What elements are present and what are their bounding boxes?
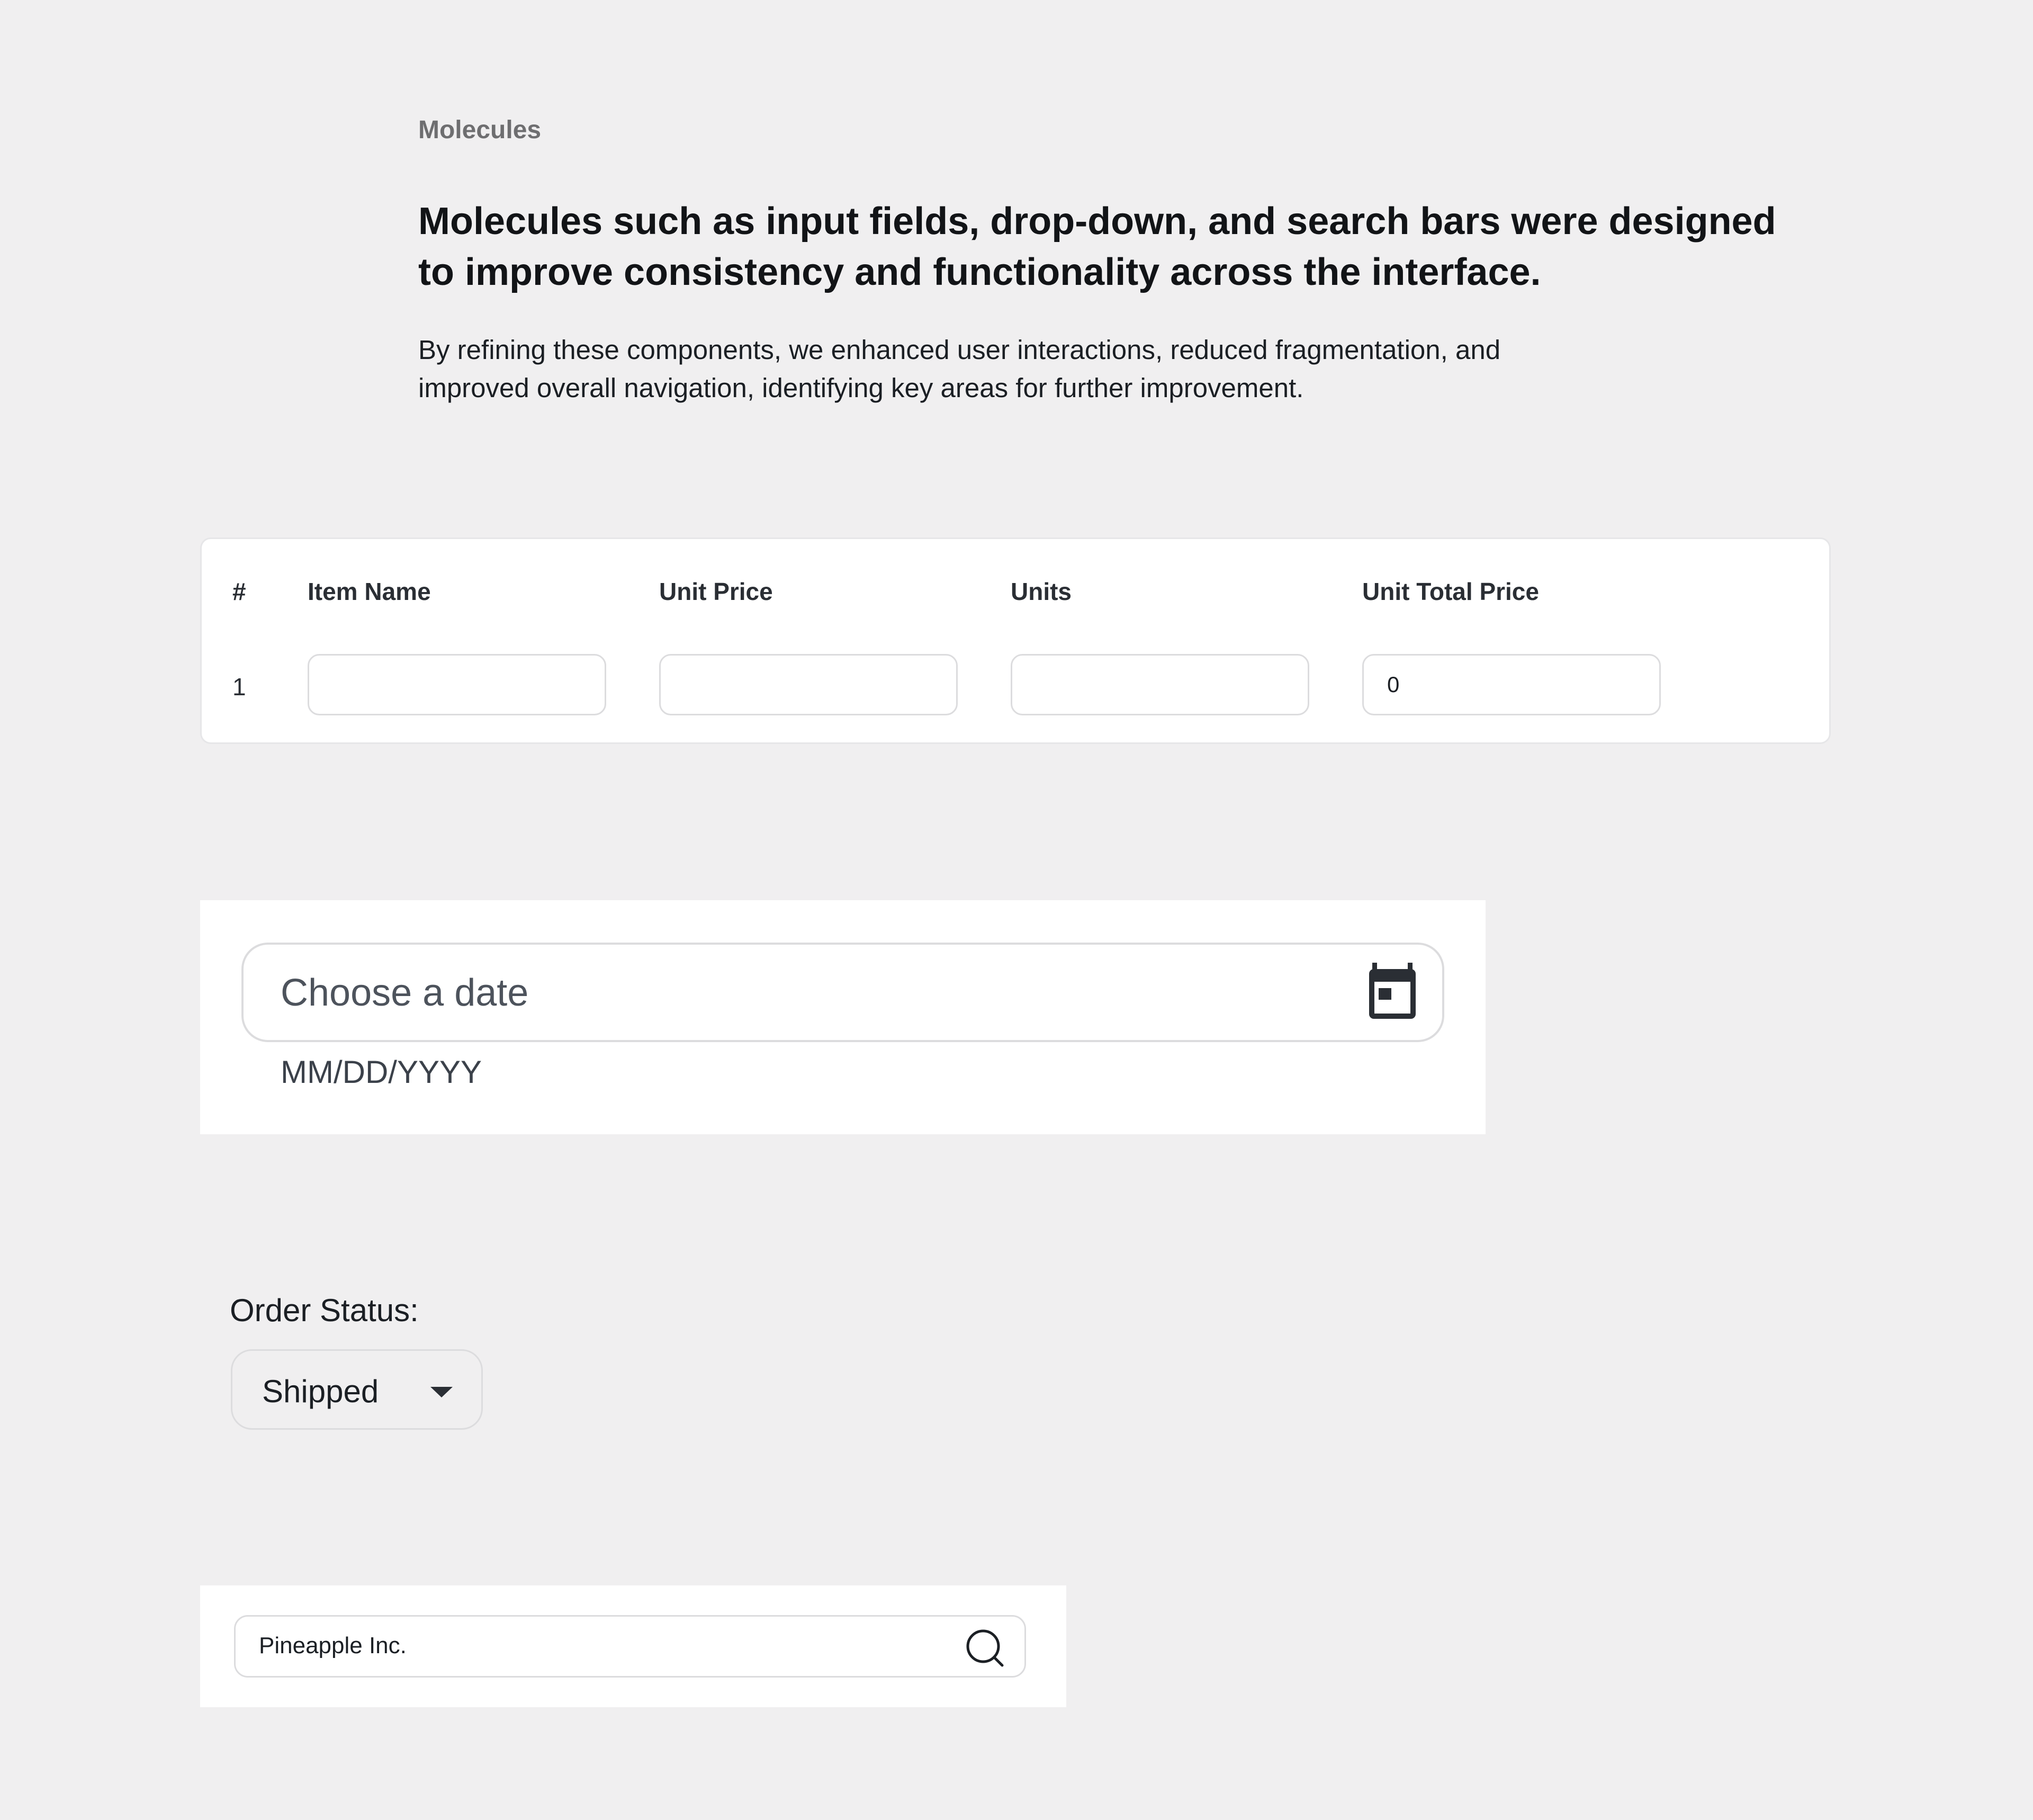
unit-price-input[interactable] xyxy=(659,654,958,715)
table-header-unit-price: Unit Price xyxy=(659,578,773,605)
table-header-units: Units xyxy=(1011,578,1072,605)
section-body: By refining these components, we enhance… xyxy=(418,335,1501,403)
units-input[interactable] xyxy=(1011,654,1309,715)
section-label: Molecules xyxy=(418,116,542,144)
table-header-unit-total-price: Unit Total Price xyxy=(1362,578,1539,605)
row-number: 1 xyxy=(232,673,246,701)
section-headline: Molecules such as input fields, drop-dow… xyxy=(418,200,1776,293)
search-input[interactable]: Pineapple Inc. xyxy=(234,1615,1026,1678)
table-header-item-name: Item Name xyxy=(308,578,431,605)
order-status-value: Shipped xyxy=(262,1374,379,1409)
calendar-icon[interactable] xyxy=(1367,963,1418,1021)
unit-total-price-input[interactable] xyxy=(1362,654,1661,715)
date-picker-card: Choose a date MM/DD/YYYY xyxy=(200,900,1486,1134)
order-status-label: Order Status: xyxy=(230,1293,419,1328)
line-items-table: # Item Name Unit Price Units Unit Total … xyxy=(200,537,1831,744)
chevron-down-icon xyxy=(430,1387,453,1397)
date-format-hint: MM/DD/YYYY xyxy=(281,1054,482,1090)
search-card: Pineapple Inc. xyxy=(200,1585,1066,1707)
item-name-input[interactable] xyxy=(308,654,606,715)
table-header-number: # xyxy=(232,578,246,605)
order-status-dropdown[interactable]: Shipped xyxy=(231,1349,483,1430)
search-icon[interactable] xyxy=(964,1627,1006,1670)
date-input[interactable]: Choose a date xyxy=(241,943,1444,1042)
search-value: Pineapple Inc. xyxy=(259,1633,407,1658)
date-placeholder: Choose a date xyxy=(281,972,529,1014)
